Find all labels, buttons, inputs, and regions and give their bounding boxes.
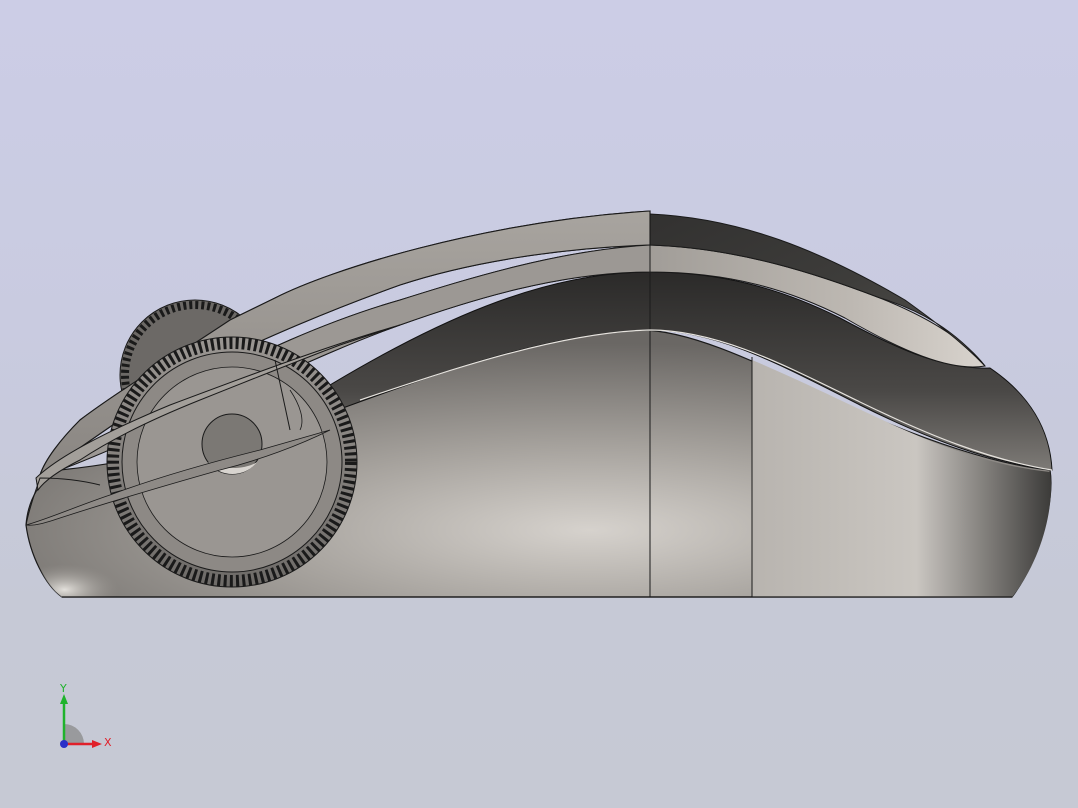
triad-plane-icon [64,724,84,744]
z-axis-dot [60,740,68,748]
3d-viewport[interactable]: Y X [0,0,1078,808]
x-axis-label: X [104,736,112,749]
mouse-model[interactable] [0,0,1078,808]
y-axis-label: Y [59,682,67,695]
coordinate-triad: Y X [50,680,130,760]
